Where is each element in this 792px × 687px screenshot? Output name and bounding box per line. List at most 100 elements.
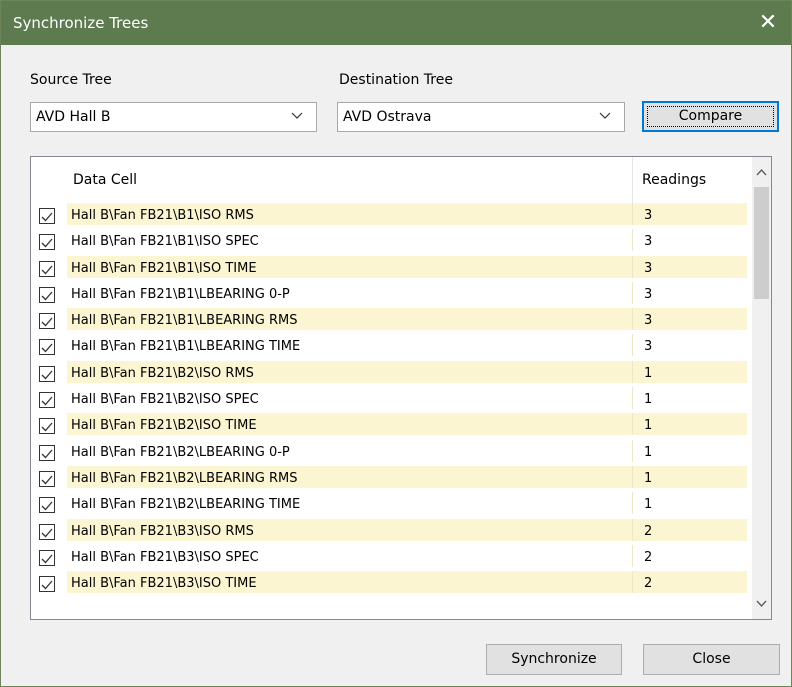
check-icon	[41, 238, 53, 248]
check-icon	[41, 475, 53, 485]
readings-value: 3	[644, 260, 653, 276]
check-icon	[41, 554, 53, 564]
table-row[interactable]: Hall B\Fan FB21\B1\ISO TIME 3	[31, 255, 753, 282]
row-checkbox[interactable]	[39, 365, 55, 382]
data-cell-name: Hall B\Fan FB21\B1\ISO TIME	[71, 260, 257, 276]
check-icon	[41, 422, 53, 432]
readings-value: 1	[644, 392, 653, 408]
table-row[interactable]: Hall B\Fan FB21\B2\ISO SPEC 1	[31, 387, 753, 413]
data-cell-name: Hall B\Fan FB21\B2\LBEARING RMS	[71, 470, 298, 486]
column-separator	[632, 255, 633, 278]
table-row[interactable]: Hall B\Fan FB21\B2\LBEARING RMS 1	[31, 465, 753, 492]
data-cell-name: Hall B\Fan FB21\B3\ISO TIME	[71, 576, 257, 592]
row-checkbox[interactable]	[39, 339, 55, 356]
table-row[interactable]: Hall B\Fan FB21\B3\ISO RMS 2	[31, 518, 753, 545]
data-cell-name: Hall B\Fan FB21\B2\LBEARING 0-P	[71, 444, 290, 460]
readings-value: 2	[644, 576, 653, 592]
table-row[interactable]: Hall B\Fan FB21\B1\LBEARING RMS 3	[31, 308, 753, 334]
readings-value: 3	[644, 339, 653, 355]
check-icon	[41, 291, 53, 301]
check-icon	[41, 344, 53, 353]
column-header-data-cell[interactable]: Data Cell	[73, 172, 137, 188]
compare-button[interactable]: Compare	[642, 101, 779, 132]
table-row[interactable]: Hall B\Fan FB21\B1\ISO SPEC 3	[31, 229, 753, 255]
table-row[interactable]: Hall B\Fan FB21\B2\LBEARING 0-P 1	[31, 439, 753, 466]
source-tree-select[interactable]: AVD Hall B	[30, 102, 317, 132]
row-checkbox[interactable]	[39, 208, 55, 224]
column-separator	[632, 308, 633, 331]
row-checkbox[interactable]	[39, 576, 55, 593]
check-icon	[41, 528, 53, 538]
title-bar: Synchronize Trees ✕	[1, 1, 791, 45]
vertical-scrollbar[interactable]	[752, 157, 771, 619]
data-cell-name: Hall B\Fan FB21\B1\ISO RMS	[71, 208, 254, 223]
column-separator	[632, 229, 633, 252]
readings-value: 1	[644, 418, 653, 434]
check-icon	[41, 212, 53, 222]
row-checkbox[interactable]	[39, 497, 55, 514]
window-title: Synchronize Trees	[13, 14, 149, 32]
check-icon	[41, 449, 53, 459]
column-separator	[632, 571, 633, 594]
check-icon	[41, 501, 53, 511]
row-checkbox[interactable]	[39, 418, 55, 435]
column-separator	[632, 281, 633, 304]
row-checkbox[interactable]	[39, 313, 55, 330]
close-button-label: Close	[692, 651, 731, 667]
readings-value: 3	[644, 313, 653, 329]
destination-tree-select[interactable]: AVD Ostrava	[337, 102, 625, 132]
close-icon[interactable]: ✕	[751, 7, 785, 39]
column-separator	[632, 518, 633, 541]
list-rows: Hall B\Fan FB21\B1\ISO RMS 3 Hall B\Fan FB…	[31, 203, 753, 597]
column-separator	[632, 439, 633, 462]
readings-value: 3	[644, 286, 653, 302]
focus-rectangle	[647, 106, 774, 127]
scroll-down-icon[interactable]	[752, 593, 771, 613]
column-separator	[632, 413, 633, 436]
data-cell-name: Hall B\Fan FB21\B3\ISO RMS	[71, 523, 254, 539]
readings-value: 1	[644, 365, 653, 381]
data-cell-name: Hall B\Fan FB21\B1\ISO SPEC	[71, 234, 259, 250]
row-checkbox[interactable]	[39, 549, 55, 566]
column-separator	[632, 157, 633, 203]
column-separator	[632, 465, 633, 488]
table-row[interactable]: Hall B\Fan FB21\B2\ISO RMS 1	[31, 360, 753, 387]
table-row[interactable]: Hall B\Fan FB21\B1\LBEARING 0-P 3	[31, 281, 753, 308]
table-row[interactable]: Hall B\Fan FB21\B2\LBEARING TIME 1	[31, 492, 753, 518]
data-cell-name: Hall B\Fan FB21\B1\LBEARING RMS	[71, 313, 298, 329]
data-cell-list[interactable]: Data Cell Readings Hall B\Fan FB21\B1\IS…	[30, 156, 772, 620]
column-separator	[632, 387, 633, 410]
column-separator	[632, 334, 633, 357]
readings-value: 1	[644, 470, 653, 486]
row-checkbox[interactable]	[39, 260, 55, 277]
column-separator	[632, 203, 633, 225]
scrollbar-thumb[interactable]	[754, 187, 769, 299]
table-row[interactable]: Hall B\Fan FB21\B3\ISO SPEC 2	[31, 544, 753, 571]
row-checkbox[interactable]	[39, 392, 55, 409]
row-checkbox[interactable]	[39, 444, 55, 461]
table-row[interactable]: Hall B\Fan FB21\B2\ISO TIME 1	[31, 413, 753, 439]
synchronize-button[interactable]: Synchronize	[486, 644, 622, 675]
row-checkbox[interactable]	[39, 523, 55, 540]
row-checkbox[interactable]	[39, 286, 55, 303]
table-row[interactable]: Hall B\Fan FB21\B1\LBEARING TIME 3	[31, 334, 753, 360]
synchronize-trees-dialog: Synchronize Trees ✕ Source Tree AVD Hall…	[0, 0, 792, 687]
row-checkbox[interactable]	[39, 234, 55, 251]
scroll-up-icon[interactable]	[752, 163, 771, 183]
check-icon	[41, 580, 53, 590]
readings-value: 3	[644, 234, 653, 250]
chevron-down-icon	[291, 112, 303, 119]
source-tree-value: AVD Hall B	[36, 109, 111, 125]
data-cell-name: Hall B\Fan FB21\B1\LBEARING TIME	[71, 339, 301, 355]
close-button[interactable]: Close	[643, 644, 780, 675]
readings-value: 2	[644, 523, 653, 539]
column-header-readings[interactable]: Readings	[642, 172, 706, 188]
table-row[interactable]: Hall B\Fan FB21\B3\ISO TIME 2	[31, 571, 753, 597]
check-icon	[41, 265, 53, 275]
check-icon	[41, 370, 53, 380]
check-icon	[41, 396, 53, 406]
table-row[interactable]: Hall B\Fan FB21\B1\ISO RMS 3	[31, 203, 753, 229]
data-cell-name: Hall B\Fan FB21\B2\ISO TIME	[71, 418, 257, 434]
row-checkbox[interactable]	[39, 470, 55, 487]
data-cell-name: Hall B\Fan FB21\B3\ISO SPEC	[71, 549, 259, 565]
